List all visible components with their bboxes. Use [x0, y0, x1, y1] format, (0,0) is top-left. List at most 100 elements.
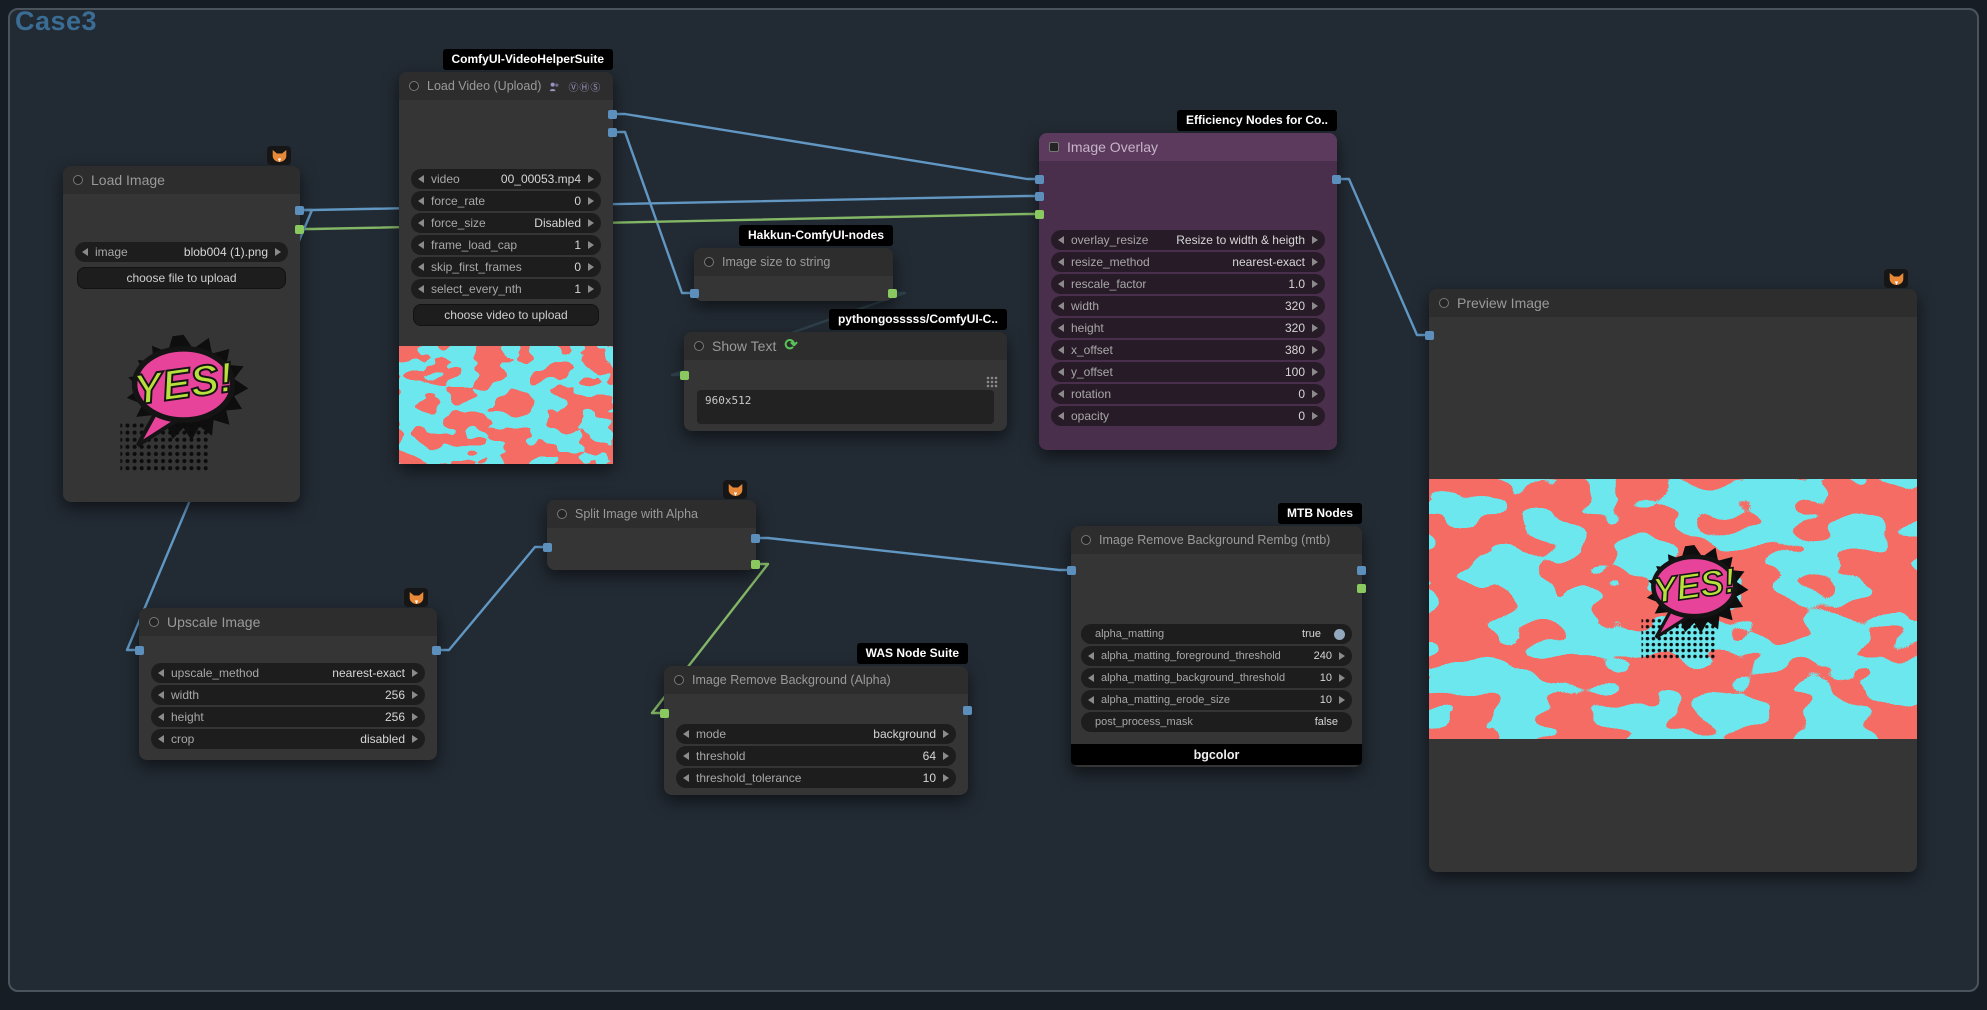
collapse-dot[interactable] [149, 617, 159, 627]
widget-rotation[interactable]: rotation 0 [1051, 384, 1325, 404]
output-slot-mask[interactable] [1357, 584, 1366, 593]
input-slot-image[interactable] [135, 646, 144, 655]
decrement-icon[interactable] [158, 735, 164, 743]
increment-icon[interactable] [588, 175, 594, 183]
collapse-dot[interactable] [73, 175, 83, 185]
widget-width[interactable]: width 256 [151, 685, 425, 705]
output-slot-image[interactable] [1357, 566, 1366, 575]
node-split-image-with-alpha[interactable]: Split Image with Alpha [547, 500, 756, 570]
node-header[interactable]: Image Remove Background (Alpha) [664, 666, 968, 694]
collapse-dot[interactable] [674, 675, 684, 685]
node-show-text[interactable]: pythongosssss/ComfyUI-C.. Show Text ⟳ 96… [684, 332, 1007, 431]
widget-select-every-nth[interactable]: select_every_nth 1 [411, 279, 601, 299]
decrement-icon[interactable] [82, 248, 88, 256]
node-load-video[interactable]: ComfyUI-VideoHelperSuite Load Video (Upl… [399, 72, 613, 464]
decrement-icon[interactable] [418, 263, 424, 271]
widget-upscale-method[interactable]: upscale_method nearest-exact [151, 663, 425, 683]
decrement-icon[interactable] [158, 691, 164, 699]
increment-icon[interactable] [275, 248, 281, 256]
input-slot-optional-mask[interactable] [1035, 210, 1044, 219]
choose-file-button[interactable]: choose file to upload [77, 267, 286, 289]
increment-icon[interactable] [1312, 280, 1318, 288]
increment-icon[interactable] [412, 691, 418, 699]
node-image-remove-background-alpha[interactable]: WAS Node Suite Image Remove Background (… [664, 666, 968, 795]
resize-grid-icon[interactable] [986, 376, 998, 388]
increment-icon[interactable] [1339, 652, 1345, 660]
decrement-icon[interactable] [1058, 346, 1064, 354]
increment-icon[interactable] [1312, 258, 1318, 266]
increment-icon[interactable] [412, 735, 418, 743]
decrement-icon[interactable] [1088, 674, 1094, 682]
widget-threshold[interactable]: threshold 64 [676, 746, 956, 766]
decrement-icon[interactable] [158, 713, 164, 721]
decrement-icon[interactable] [158, 669, 164, 677]
output-slot-image[interactable] [608, 110, 617, 119]
text-output-box[interactable]: 960x512 [697, 390, 994, 424]
widget-height[interactable]: height 320 [1051, 318, 1325, 338]
node-image-remove-background-rembg[interactable]: MTB Nodes Image Remove Background Rembg … [1071, 526, 1362, 767]
increment-icon[interactable] [412, 669, 418, 677]
node-header[interactable]: Preview Image [1429, 289, 1917, 317]
decrement-icon[interactable] [1058, 258, 1064, 266]
increment-icon[interactable] [588, 241, 594, 249]
bgcolor-button[interactable]: bgcolor [1071, 744, 1362, 765]
widget-skip-first-frames[interactable]: skip_first_frames 0 [411, 257, 601, 277]
node-image-overlay[interactable]: Efficiency Nodes for Co.. Image Overlay … [1039, 133, 1337, 450]
increment-icon[interactable] [943, 752, 949, 760]
decrement-icon[interactable] [418, 197, 424, 205]
node-header[interactable]: Image Remove Background Rembg (mtb) [1071, 526, 1362, 554]
increment-icon[interactable] [1339, 696, 1345, 704]
decrement-icon[interactable] [683, 774, 689, 782]
increment-icon[interactable] [1312, 346, 1318, 354]
widget-video[interactable]: video 00_00053.mp4 [411, 169, 601, 189]
decrement-icon[interactable] [683, 730, 689, 738]
decrement-icon[interactable] [1058, 412, 1064, 420]
increment-icon[interactable] [588, 197, 594, 205]
widget-force-rate[interactable]: force_rate 0 [411, 191, 601, 211]
node-image-size-to-string[interactable]: Hakkun-ComfyUI-nodes Image size to strin… [694, 248, 893, 301]
widget-alpha-matting[interactable]: alpha_matting true [1081, 624, 1352, 644]
decrement-icon[interactable] [418, 241, 424, 249]
collapse-dot[interactable] [1439, 298, 1449, 308]
widget-resize-method[interactable]: resize_method nearest-exact [1051, 252, 1325, 272]
node-header[interactable]: Image Overlay [1039, 133, 1337, 161]
decrement-icon[interactable] [1058, 324, 1064, 332]
widget-alpha-matting-foreground-threshold[interactable]: alpha_matting_foreground_threshold 240 [1081, 646, 1352, 666]
increment-icon[interactable] [1312, 324, 1318, 332]
decrement-icon[interactable] [1088, 652, 1094, 660]
input-slot-image[interactable] [543, 543, 552, 552]
increment-icon[interactable] [1312, 236, 1318, 244]
node-header[interactable]: Load Image [63, 166, 300, 194]
node-upscale-image[interactable]: Upscale Image upscale_method nearest-exa… [139, 608, 437, 760]
input-slot-base-image[interactable] [1035, 175, 1044, 184]
increment-icon[interactable] [1312, 412, 1318, 420]
increment-icon[interactable] [1339, 674, 1345, 682]
decrement-icon[interactable] [418, 285, 424, 293]
increment-icon[interactable] [1312, 302, 1318, 310]
output-slot-image[interactable] [295, 206, 304, 215]
widget-width[interactable]: width 320 [1051, 296, 1325, 316]
widget-y-offset[interactable]: y_offset 100 [1051, 362, 1325, 382]
decrement-icon[interactable] [683, 752, 689, 760]
widget-image[interactable]: image blob004 (1).png [75, 242, 288, 262]
widget-rescale-factor[interactable]: rescale_factor 1.0 [1051, 274, 1325, 294]
decrement-icon[interactable] [418, 175, 424, 183]
widget-threshold-tolerance[interactable]: threshold_tolerance 10 [676, 768, 956, 788]
input-slot-image[interactable] [1067, 566, 1076, 575]
choose-video-button[interactable]: choose video to upload [413, 304, 599, 326]
decrement-icon[interactable] [1058, 390, 1064, 398]
decrement-icon[interactable] [1058, 280, 1064, 288]
widget-overlay-resize[interactable]: overlay_resize Resize to width & heigth [1051, 230, 1325, 250]
input-slot-text[interactable] [680, 371, 689, 380]
collapse-dot[interactable] [1081, 535, 1091, 545]
output-slot-image[interactable] [1332, 175, 1341, 184]
node-load-image[interactable]: Load Image image blob004 (1).png choose … [63, 166, 300, 502]
increment-icon[interactable] [588, 285, 594, 293]
widget-alpha-matting-erode-size[interactable]: alpha_matting_erode_size 10 [1081, 690, 1352, 710]
increment-icon[interactable] [412, 713, 418, 721]
collapse-dot[interactable] [557, 509, 567, 519]
collapse-dot[interactable] [409, 81, 419, 91]
node-preview-image[interactable]: Preview Image [1429, 289, 1917, 872]
output-slot-frame-count[interactable] [608, 128, 617, 137]
widget-mode[interactable]: mode background [676, 724, 956, 744]
